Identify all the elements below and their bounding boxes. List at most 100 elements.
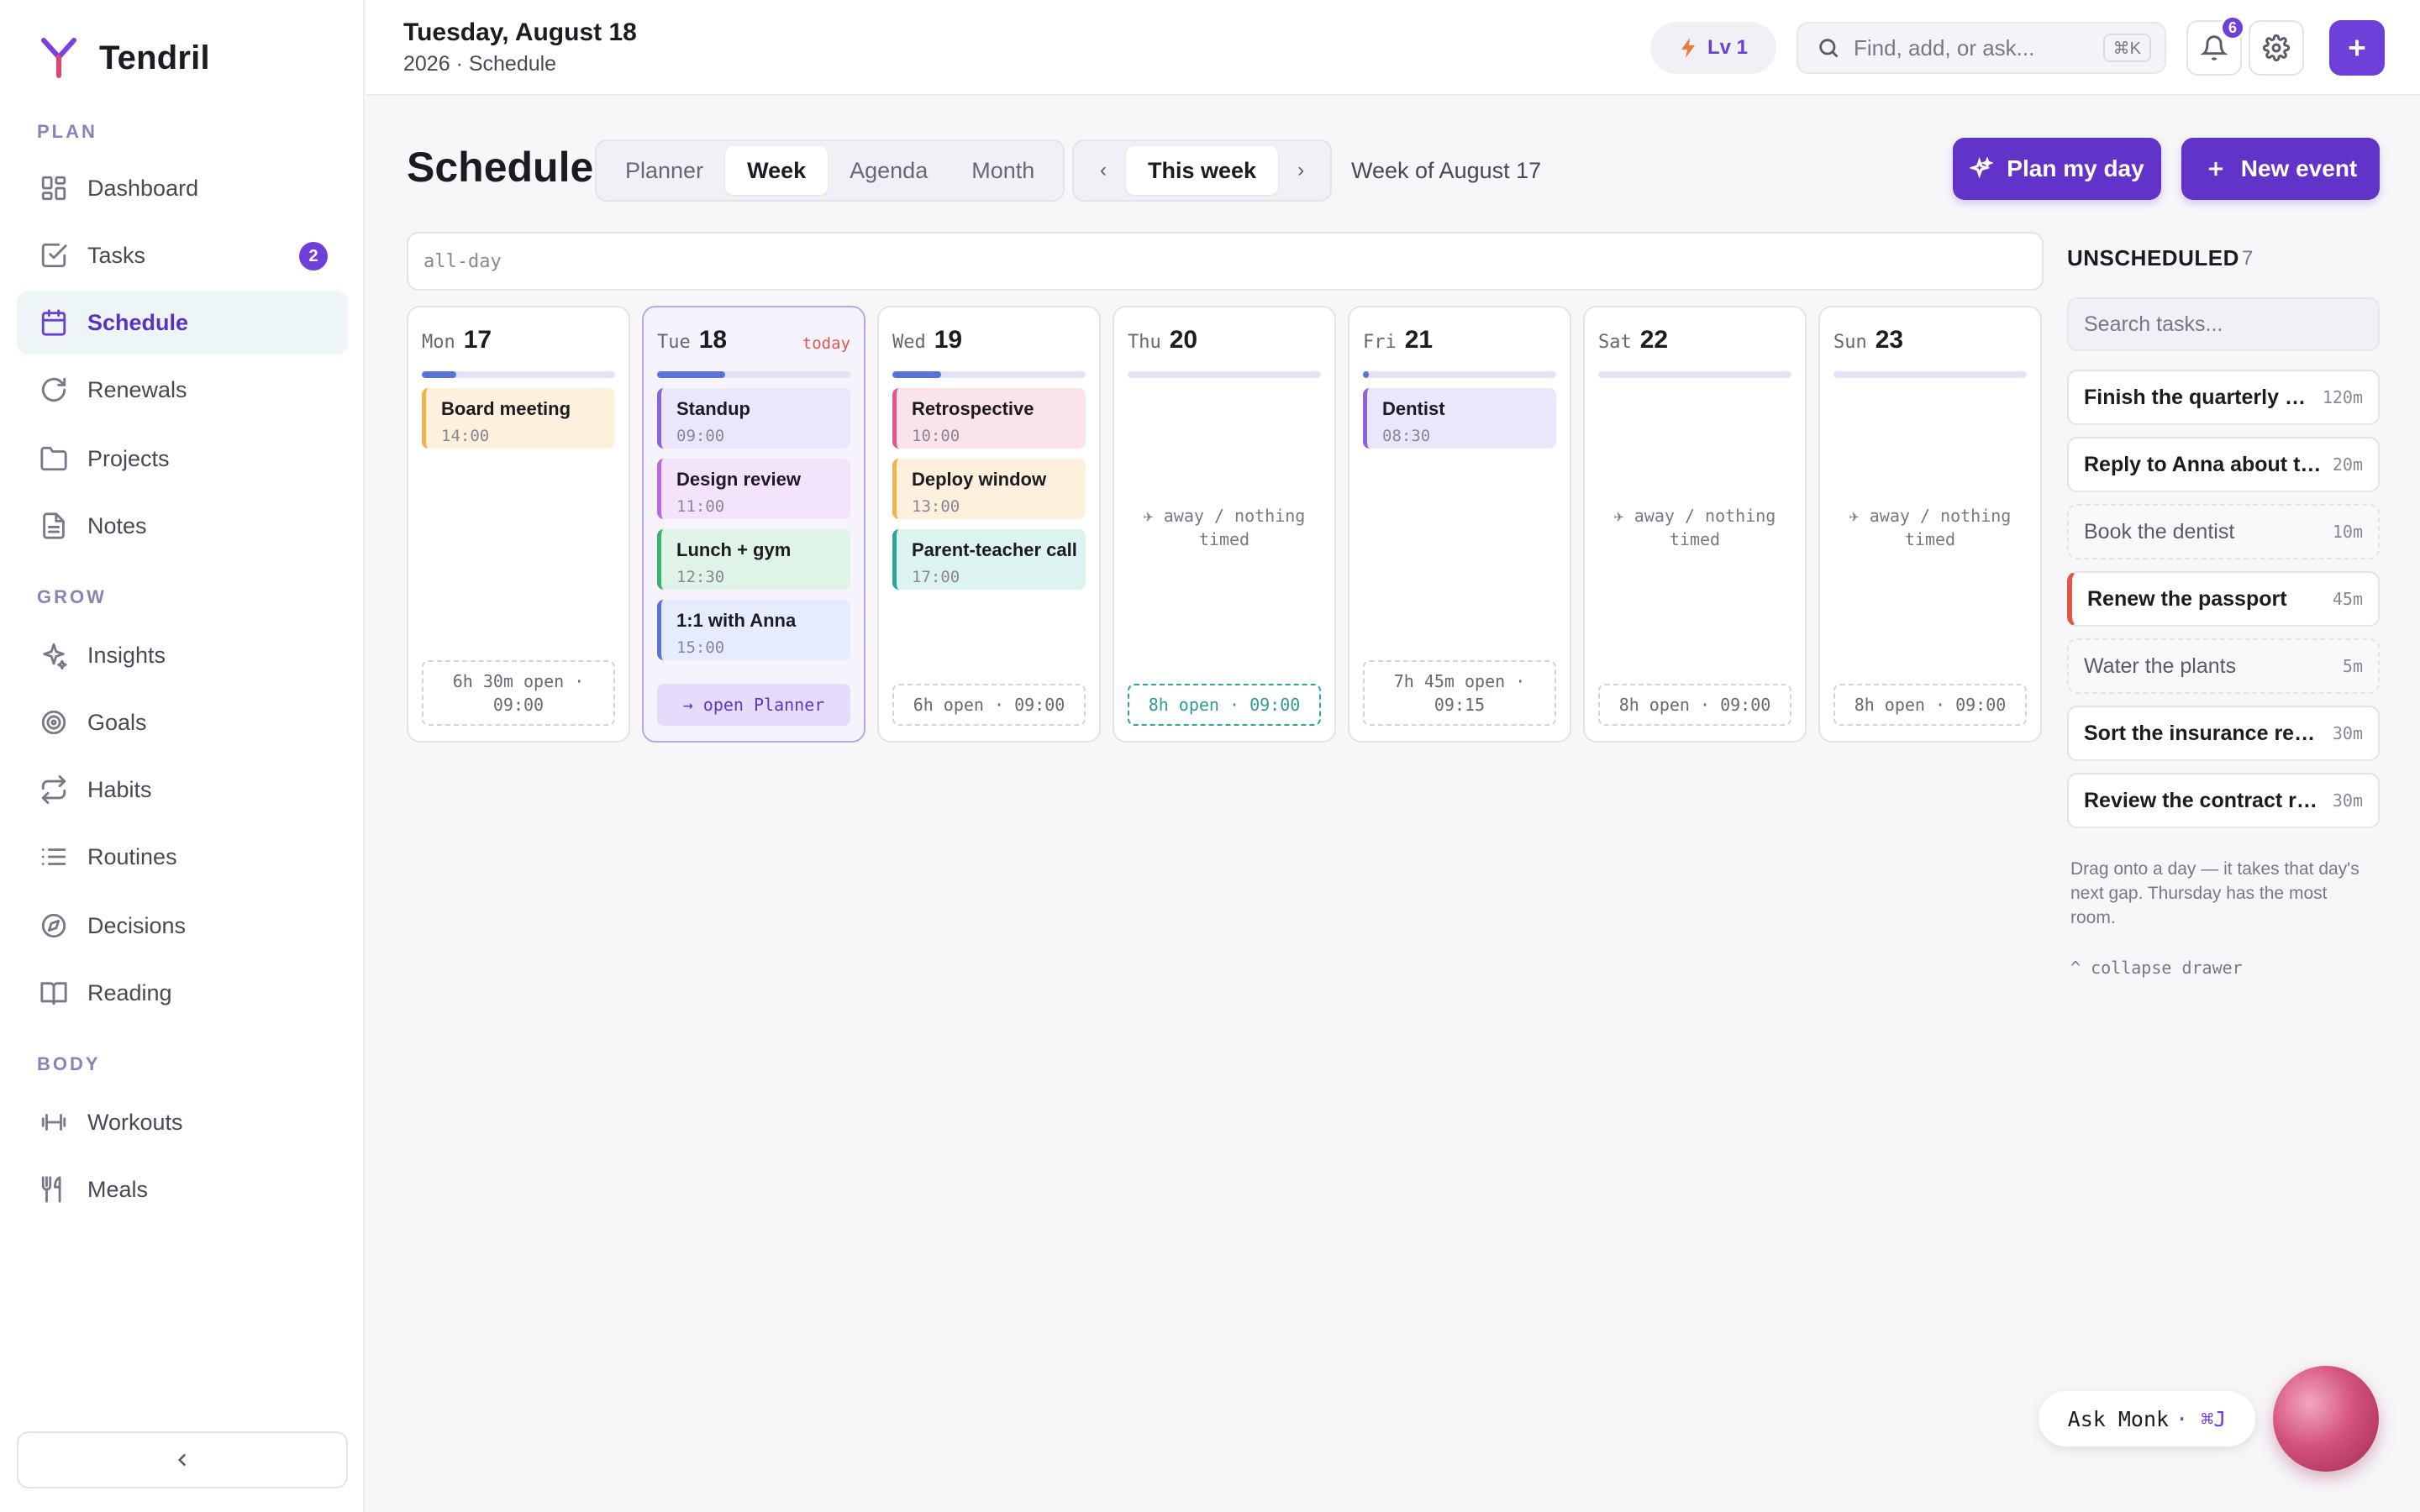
event-card[interactable]: Deploy window 13:00	[892, 459, 1086, 519]
event-card[interactable]: Lunch + gym 12:30	[657, 529, 850, 590]
view-tab-month[interactable]: Month	[950, 146, 1056, 195]
day-load-bar	[1833, 371, 2027, 378]
new-event-button[interactable]: New event	[2181, 138, 2380, 200]
sidebar-item-decisions[interactable]: Decisions	[17, 894, 348, 958]
task-name: Water the plants	[2084, 654, 2237, 678]
unscheduled-task[interactable]: Finish the quarterly report 120m	[2067, 370, 2380, 425]
unscheduled-task[interactable]: Sort the insurance renewal 30m	[2067, 706, 2380, 761]
lightning-icon	[1681, 38, 1695, 58]
day-load-bar	[1598, 371, 1791, 378]
search-shortcut: ⌘K	[2102, 34, 2151, 62]
monk-orb-avatar[interactable]	[2273, 1366, 2379, 1472]
task-duration: 10m	[2332, 522, 2363, 542]
settings-button[interactable]	[2249, 20, 2304, 76]
event-card[interactable]: Dentist 08:30	[1363, 388, 1556, 449]
sidebar-item-habits[interactable]: Habits	[17, 758, 348, 822]
day-header: Sun 23	[1833, 326, 1903, 354]
tendril-logo-icon	[41, 38, 76, 78]
unscheduled-task[interactable]: Reply to Anna about the offsite 20m	[2067, 437, 2380, 492]
sidebar-item-insights[interactable]: Insights	[17, 623, 348, 687]
day-column-tue[interactable]: Tue 18 today Standup 09:00 Design review 11:00…	[642, 306, 865, 743]
sidebar-item-workouts[interactable]: Workouts	[17, 1090, 348, 1154]
sidebar-item-label: Meals	[87, 1176, 149, 1202]
day-of-week: Tue	[657, 332, 691, 353]
unscheduled-task[interactable]: Review the contract redlines 30m	[2067, 773, 2380, 828]
section-body: BODY	[37, 1053, 101, 1074]
utensils-icon	[39, 1174, 69, 1205]
event-card[interactable]: Design review 11:00	[657, 459, 850, 519]
sidebar-item-label: Decisions	[87, 912, 187, 938]
day-of-week: Mon	[422, 332, 455, 353]
search-input[interactable]	[1854, 34, 2097, 61]
ask-monk-button[interactable]: Ask Monk · ⌘J	[2039, 1391, 2255, 1446]
global-search[interactable]: ⌘K	[1797, 22, 2166, 74]
level-label: Lv 1	[1707, 36, 1749, 59]
day-column-fri[interactable]: Fri 21 Dentist 08:30 7h 45m open · 09:15	[1348, 306, 1571, 743]
event-card[interactable]: Parent-teacher call 17:00	[892, 529, 1086, 590]
all-day-row[interactable]: all-day	[407, 232, 2044, 291]
sidebar-item-routines[interactable]: Routines	[17, 825, 348, 889]
unscheduled-task[interactable]: Renew the passport 45m	[2067, 571, 2380, 627]
task-search-input[interactable]	[2067, 297, 2380, 351]
task-name: Sort the insurance renewal	[2084, 721, 2323, 745]
unscheduled-task[interactable]: Book the dentist 10m	[2067, 504, 2380, 559]
open-time-slot[interactable]: 8h open · 09:00	[1598, 684, 1791, 726]
open-time-slot[interactable]: 8h open · 09:00	[1833, 684, 2027, 726]
open-time-slot[interactable]: 6h 30m open · 09:00	[422, 660, 615, 726]
day-column-sun[interactable]: Sun 23 ✈ away / nothing timed 8h open · 09:…	[1818, 306, 2042, 743]
quick-add-button[interactable]	[2329, 20, 2385, 76]
app-name: Tendril	[99, 39, 210, 76]
compass-icon	[39, 911, 69, 941]
event-card[interactable]: Retrospective 10:00	[892, 388, 1086, 449]
sidebar-item-reading[interactable]: Reading	[17, 961, 348, 1025]
event-time: 14:00	[441, 427, 490, 445]
sidebar-item-schedule[interactable]: Schedule	[17, 291, 348, 354]
sidebar-item-meals[interactable]: Meals	[17, 1158, 348, 1221]
sidebar-item-dashboard[interactable]: Dashboard	[17, 156, 348, 220]
open-planner-button[interactable]: → open Planner	[657, 684, 850, 726]
plan-my-day-label: Plan my day	[2007, 155, 2144, 181]
view-tab-planner[interactable]: Planner	[603, 146, 725, 195]
list-icon	[39, 842, 69, 872]
event-card[interactable]: Board meeting 14:00	[422, 388, 615, 449]
day-column-thu[interactable]: Thu 20 ✈ away / nothing timed 8h open · 09:…	[1113, 306, 1336, 743]
event-time: 08:30	[1382, 427, 1431, 445]
this-week-button[interactable]: This week	[1126, 146, 1279, 195]
level-badge[interactable]: Lv 1	[1650, 22, 1776, 74]
day-header: Mon 17	[422, 326, 492, 354]
day-number: 17	[463, 326, 492, 354]
open-time-slot[interactable]: 8h open · 09:00	[1128, 684, 1321, 726]
brand[interactable]: Tendril	[40, 37, 210, 79]
collapse-sidebar-button[interactable]	[17, 1431, 348, 1488]
day-column-wed[interactable]: Wed 19 Retrospective 10:00 Deploy window 13:0…	[877, 306, 1101, 743]
view-tab-week[interactable]: Week	[725, 146, 829, 195]
sidebar-item-projects[interactable]: Projects	[17, 427, 348, 491]
event-time: 13:00	[912, 497, 960, 516]
unscheduled-task[interactable]: Water the plants 5m	[2067, 638, 2380, 694]
plan-my-day-button[interactable]: Plan my day	[1953, 138, 2161, 200]
notifications-button[interactable]: 6	[2186, 15, 2245, 76]
event-card[interactable]: 1:1 with Anna 15:00	[657, 600, 850, 660]
task-duration: 45m	[2332, 589, 2363, 609]
day-of-week: Thu	[1128, 332, 1161, 353]
topbar: Tuesday, August 18 2026 · Schedule Lv 1 …	[366, 0, 2420, 96]
event-card[interactable]: Standup 09:00	[657, 388, 850, 449]
sidebar-item-tasks[interactable]: Tasks 2	[17, 223, 348, 287]
notification-count-badge: 6	[2220, 15, 2245, 40]
next-week-button[interactable]: ›	[1278, 146, 1323, 195]
day-load-bar	[1363, 371, 1556, 378]
open-time-slot[interactable]: 7h 45m open · 09:15	[1363, 660, 1556, 726]
sidebar-item-goals[interactable]: Goals	[17, 690, 348, 754]
sidebar-item-notes[interactable]: Notes	[17, 494, 348, 558]
event-title: Deploy window	[912, 469, 1047, 490]
prev-week-button[interactable]: ‹	[1081, 146, 1126, 195]
collapse-drawer-link[interactable]: ^ collapse drawer	[2070, 958, 2243, 978]
open-time-slot[interactable]: 6h open · 09:00	[892, 684, 1086, 726]
day-load-fill	[657, 371, 725, 378]
event-time: 15:00	[676, 638, 725, 657]
sidebar-item-renewals[interactable]: Renewals	[17, 358, 348, 422]
view-tab-agenda[interactable]: Agenda	[828, 146, 950, 195]
day-load-bar	[1128, 371, 1321, 378]
day-column-mon[interactable]: Mon 17 Board meeting 14:00 6h 30m open · 09:…	[407, 306, 630, 743]
day-column-sat[interactable]: Sat 22 ✈ away / nothing timed 8h open · 09:…	[1583, 306, 1807, 743]
